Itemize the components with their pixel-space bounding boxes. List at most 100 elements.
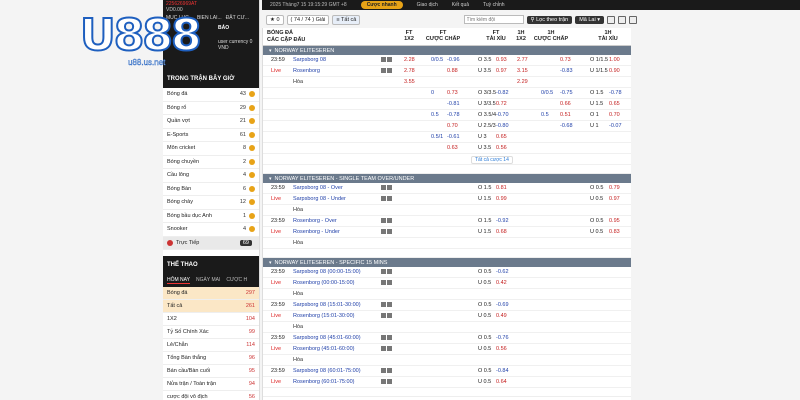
tv-icon[interactable] [387,218,392,223]
sidebar-item-sport[interactable]: 1X2 104 [163,313,259,326]
odd-1h-over-under[interactable]: 0.70 [609,112,620,118]
odd-1h-over-under[interactable]: 0.79 [609,185,620,191]
nav-link-settings[interactable]: Tuỳ chỉnh [483,2,505,8]
odd-1h-handicap[interactable]: 0.66 [560,101,571,107]
stats-icon[interactable] [381,229,386,234]
odd-1h-over-under[interactable]: 0.65 [609,101,620,107]
match-stats-icons[interactable] [381,302,392,307]
odd-1h-handicap[interactable]: -0.75 [560,90,573,96]
stats-icon[interactable] [381,269,386,274]
sidebar-item-sport[interactable]: cược đội vô địch 56 [163,391,259,400]
nav-link-transactions[interactable]: Giao dịch [417,2,438,8]
tv-icon[interactable] [387,196,392,201]
sidebar-item-inplay[interactable]: Bóng bầu dục Anh 1 [163,210,259,223]
sidebar-item-sport[interactable]: Nửa trận / Toàn trận 94 [163,378,259,391]
odd-ft-handicap[interactable]: -0.81 [447,101,460,107]
stats-icon[interactable] [381,335,386,340]
sidebar-item-inplay[interactable]: Bóng rổ 29 [163,102,259,115]
odd-ft-over-under[interactable]: -0.69 [496,302,509,308]
odd-ft-over-under[interactable]: -0.62 [496,269,509,275]
sports-tab[interactable]: CƯỢC H [226,277,247,284]
quick-bet-button[interactable]: Cược nhanh [360,1,403,9]
match-stats-icons[interactable] [381,218,392,223]
tv-icon[interactable] [387,302,392,307]
tv-icon[interactable] [387,57,392,62]
stats-icon[interactable] [381,302,386,307]
odd-ft-1x2[interactable]: 2.28 [404,57,415,63]
odd-ft-over-under[interactable]: -0.82 [496,90,509,96]
window-icon[interactable] [607,15,615,24]
stats-icon[interactable] [381,57,386,62]
odd-1h-handicap[interactable]: -0.68 [560,123,573,129]
nav-link-results[interactable]: Kết quả [452,2,469,8]
odd-ft-over-under[interactable]: -0.84 [496,368,509,374]
match-stats-icons[interactable] [381,68,392,73]
sidebar-item-sport[interactable]: Lẻ/Chẵn 114 [163,339,259,352]
sidebar-item-live[interactable]: Trực Tiếp 69 [163,236,259,250]
sidebar-item-sport[interactable]: Bán cầu/Bàn cuối 95 [163,365,259,378]
odd-ft-handicap[interactable]: 0.88 [447,68,458,74]
odd-ft-handicap[interactable]: 0.70 [447,123,458,129]
match-stats-icons[interactable] [381,335,392,340]
sports-tab[interactable]: NGÀY MAI [196,277,220,284]
sidebar-item-sport[interactable]: Tỷ Số Chính Xác 99 [163,326,259,339]
odd-ft-1x2[interactable]: 3.55 [404,79,415,85]
odd-1h-handicap[interactable]: 0.51 [560,112,571,118]
match-stats-icons[interactable] [381,280,392,285]
odd-1h-over-under[interactable]: 0.83 [609,229,620,235]
league-header[interactable]: NORWAY ELITESEREN [263,46,631,55]
odd-ft-over-under[interactable]: 0.97 [496,68,507,74]
tv-icon[interactable] [387,229,392,234]
tv-icon[interactable] [387,379,392,384]
odd-1h-over-under[interactable]: -0.78 [609,90,622,96]
odd-ft-over-under[interactable]: 0.64 [496,379,507,385]
stats-icon[interactable] [381,379,386,384]
odd-ft-over-under[interactable]: 0.99 [496,196,507,202]
odd-1h-over-under[interactable]: 0.95 [609,218,620,224]
match-count-chip[interactable]: ( 74 / 74 ) Giải [286,14,330,25]
sidebar-item-inplay[interactable]: E-Sports 61 [163,129,259,142]
stats-icon[interactable] [381,68,386,73]
sidebar-item-sport[interactable]: Tổng Bàn thắng 96 [163,352,259,365]
sidebar-item-inplay[interactable]: Bóng chày 12 [163,196,259,210]
stats-icon[interactable] [381,368,386,373]
odd-ft-over-under[interactable]: -0.76 [496,335,509,341]
sidebar-item-inplay[interactable]: Bóng chuyền 2 [163,156,259,169]
sidebar-item-sport[interactable]: Bóng đá 297 [163,287,259,300]
odd-1h-handicap[interactable]: -0.83 [560,68,573,74]
tv-icon[interactable] [387,368,392,373]
sidebar-item-inplay[interactable]: Bóng Bàn 6 [163,183,259,196]
league-header[interactable]: NORWAY ELITESEREN - SINGLE TEAM OVER/UND… [263,174,631,183]
more-bets-button[interactable]: Tất cả cược 14 [471,156,513,164]
league-header[interactable]: NORWAY ELITESEREN - SPECIFIC 15 MINS [263,258,631,267]
odd-ft-over-under[interactable]: 0.56 [496,145,507,151]
sidebar-top-tab[interactable]: BIEN LAI... [197,15,222,21]
display-icon[interactable] [618,15,626,24]
match-stats-icons[interactable] [381,346,392,351]
stats-icon[interactable] [381,196,386,201]
odd-ft-over-under[interactable]: 0.49 [496,313,507,319]
match-stats-icons[interactable] [381,185,392,190]
sidebar-item-inplay[interactable]: Quần vợt 21 [163,115,259,129]
match-stats-icons[interactable] [381,57,392,62]
odd-ft-over-under[interactable]: -0.70 [496,112,509,118]
odd-ft-over-under[interactable]: 0.65 [496,134,507,140]
odd-1h-over-under[interactable]: 0.97 [609,196,620,202]
filter-by-match-button[interactable]: ⚲ Lọc theo trận [526,15,573,24]
odd-ft-handicap[interactable]: -0.78 [447,112,460,118]
stats-icon[interactable] [381,185,386,190]
stats-icon[interactable] [381,346,386,351]
sidebar-item-inplay[interactable]: Bóng đá 43 [163,88,259,102]
odd-ft-handicap[interactable]: -0.96 [447,57,460,63]
sidebar-item-inplay[interactable]: Cầu lông 4 [163,169,259,183]
odd-ft-handicap[interactable]: -0.61 [447,134,460,140]
team-search-input[interactable] [463,15,524,24]
tv-icon[interactable] [387,335,392,340]
sidebar-top-tab[interactable]: ĐẶT CƯ... [226,15,249,21]
odd-ft-over-under[interactable]: -0.80 [496,123,509,129]
match-stats-icons[interactable] [381,368,392,373]
match-stats-icons[interactable] [381,379,392,384]
odd-1h-1x2[interactable]: 2.29 [517,79,528,85]
tv-icon[interactable] [387,313,392,318]
sidebar-item-sport[interactable]: Tất cả 261 [163,300,259,313]
